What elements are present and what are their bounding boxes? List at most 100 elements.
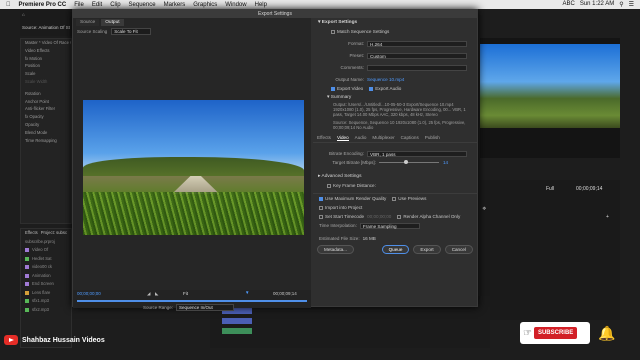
subtab-audio[interactable]: Audio (355, 135, 367, 141)
effect-item[interactable]: Anchor Point (21, 98, 71, 106)
source-range-select[interactable]: Sequence In/Out (176, 304, 234, 311)
effect-item[interactable]: fx Motion (21, 55, 71, 63)
key-frame-checkbox[interactable] (327, 183, 331, 188)
subtab-multiplexer[interactable]: Multiplexer (372, 135, 394, 141)
bitrate-encoding-select[interactable]: VBR, 1 pass (367, 150, 467, 157)
preview-grass (83, 191, 304, 235)
search-icon[interactable]: ⚲ (619, 1, 623, 8)
list-item[interactable]: Lens flare (21, 289, 71, 298)
render-alpha-checkbox[interactable] (397, 214, 402, 219)
set-in-icon[interactable]: ◢ (147, 291, 150, 297)
timecode-in: 00;00;00;00 (77, 291, 101, 296)
effect-item[interactable]: Video Effects (21, 47, 71, 55)
import-into-project-checkbox[interactable] (319, 205, 323, 210)
timeline-clip[interactable] (222, 328, 252, 334)
list-item[interactable]: End Screen (21, 280, 71, 289)
summary-output: Output: /Users/.../Untitled/...10-05-50-… (333, 102, 466, 118)
list-item[interactable]: sfx2.mp3 (21, 306, 71, 315)
program-video-frame (480, 44, 620, 128)
tab-effects[interactable]: Effects (25, 229, 38, 238)
use-previews-checkbox[interactable] (392, 196, 397, 201)
label-color-swatch (25, 256, 29, 261)
menu-edit[interactable]: Edit (92, 2, 102, 8)
set-out-icon[interactable]: ◣ (155, 291, 158, 297)
source-scaling-select[interactable]: Scale To Fit (111, 28, 151, 35)
target-bitrate-value[interactable]: 14 (443, 160, 448, 165)
export-button[interactable]: Export (413, 245, 441, 255)
export-video-checkbox[interactable] (331, 86, 335, 91)
slider-knob[interactable] (404, 160, 409, 165)
list-item[interactable]: video00 ck (21, 263, 71, 272)
menu-window[interactable]: Window (225, 2, 246, 8)
source-panel-header: ⌂ Source: Animation Of Steel (20, 10, 72, 36)
menu-file[interactable]: File (74, 2, 84, 8)
tab-project[interactable]: Project: subsc (41, 229, 67, 238)
subtab-publish[interactable]: Publish (425, 135, 440, 141)
effect-item[interactable]: Opacity (21, 121, 71, 129)
effect-item[interactable]: Anti-flicker Filter (21, 105, 71, 113)
clock[interactable]: Sun 1:22 AM (580, 1, 614, 8)
input-source-indicator[interactable]: ABC (563, 1, 575, 8)
list-item[interactable]: Hedlet Sat (21, 255, 71, 264)
disclosure-icon[interactable]: ▸ (318, 174, 320, 179)
disclosure-icon[interactable]: ▾ (327, 95, 329, 100)
output-name-link[interactable]: Sequence 10.mp4 (367, 77, 404, 82)
effect-item[interactable]: fx Opacity (21, 113, 71, 121)
menu-clip[interactable]: Clip (110, 2, 120, 8)
timecode-out: 00;00;09;14 (273, 291, 297, 296)
export-audio-checkbox[interactable] (369, 86, 374, 91)
max-render-quality-label: Use Maximum Render Quality (325, 196, 387, 202)
export-settings-header: Export Settings (321, 20, 358, 25)
start-timecode-value[interactable]: 00;00;00;00 (367, 214, 391, 219)
subtab-video[interactable]: Video (336, 135, 349, 142)
list-item[interactable]: Video Of (21, 246, 71, 255)
crop-icon[interactable]: ▼ (245, 290, 249, 295)
queue-button[interactable]: Queue (381, 245, 410, 255)
effect-item[interactable]: Position (21, 62, 71, 70)
subscribe-button[interactable]: SUBSCRIBE (533, 327, 578, 339)
time-interpolation-label: Time Interpolation: (319, 223, 357, 229)
preset-select[interactable]: Custom (367, 52, 467, 59)
menu-graphics[interactable]: Graphics (193, 2, 217, 8)
tab-source[interactable]: Source (76, 19, 100, 26)
tab-output[interactable]: Output (101, 19, 124, 26)
comments-label: Comments: (340, 65, 365, 70)
list-item[interactable]: Animation (21, 272, 71, 281)
effect-item[interactable]: Blend Mode (21, 129, 71, 137)
master-clip-label: Master * Video Of Race Cu (25, 40, 71, 45)
set-start-timecode-checkbox[interactable] (319, 214, 323, 219)
bell-icon[interactable]: 🔔 (598, 324, 616, 342)
fit-select[interactable]: Fit (183, 291, 188, 296)
timeline-clip[interactable] (222, 318, 252, 324)
disclosure-icon[interactable]: ▾ (318, 20, 320, 25)
zoom-select[interactable]: Full (546, 186, 554, 192)
comments-input[interactable] (367, 64, 467, 71)
effect-item[interactable]: Rotation (21, 90, 71, 98)
apple-icon[interactable]:  (6, 2, 11, 8)
menu-help[interactable]: Help (255, 2, 267, 8)
add-icon[interactable]: + (606, 214, 609, 220)
menu-sequence[interactable]: Sequence (129, 2, 156, 8)
menu-markers[interactable]: Markers (164, 2, 186, 8)
target-bitrate-slider[interactable] (379, 160, 439, 165)
export-settings-dialog: Export Settings Source Output Source Sca… (72, 9, 478, 311)
subscribe-overlay[interactable]: ☞ SUBSCRIBE (520, 322, 590, 344)
format-select[interactable]: H.264 (367, 40, 467, 47)
subtab-captions[interactable]: Captions (401, 135, 419, 141)
effect-item[interactable]: Scale Width (21, 78, 71, 86)
list-item[interactable]: sfx1.mp3 (21, 297, 71, 306)
cancel-button[interactable]: Cancel (444, 245, 473, 255)
match-sequence-checkbox[interactable] (331, 29, 335, 34)
metadata-button[interactable]: Metadata... (317, 245, 354, 255)
effect-item[interactable]: Scale (21, 70, 71, 78)
subtab-effects[interactable]: Effects (317, 135, 331, 141)
home-icon[interactable]: ⌂ (22, 12, 70, 17)
effect-item[interactable]: Time Remapping (21, 137, 71, 145)
app-name[interactable]: Premiere Pro CC (19, 2, 67, 8)
work-area-bar[interactable] (77, 300, 307, 302)
use-previews-label: Use Previews (398, 196, 427, 202)
time-interpolation-select[interactable]: Frame Sampling (359, 222, 420, 229)
settings-wrench-icon[interactable]: ❖ (482, 206, 486, 212)
menu-list-icon[interactable]: ☰ (629, 1, 634, 8)
max-render-quality-checkbox[interactable] (319, 196, 323, 201)
